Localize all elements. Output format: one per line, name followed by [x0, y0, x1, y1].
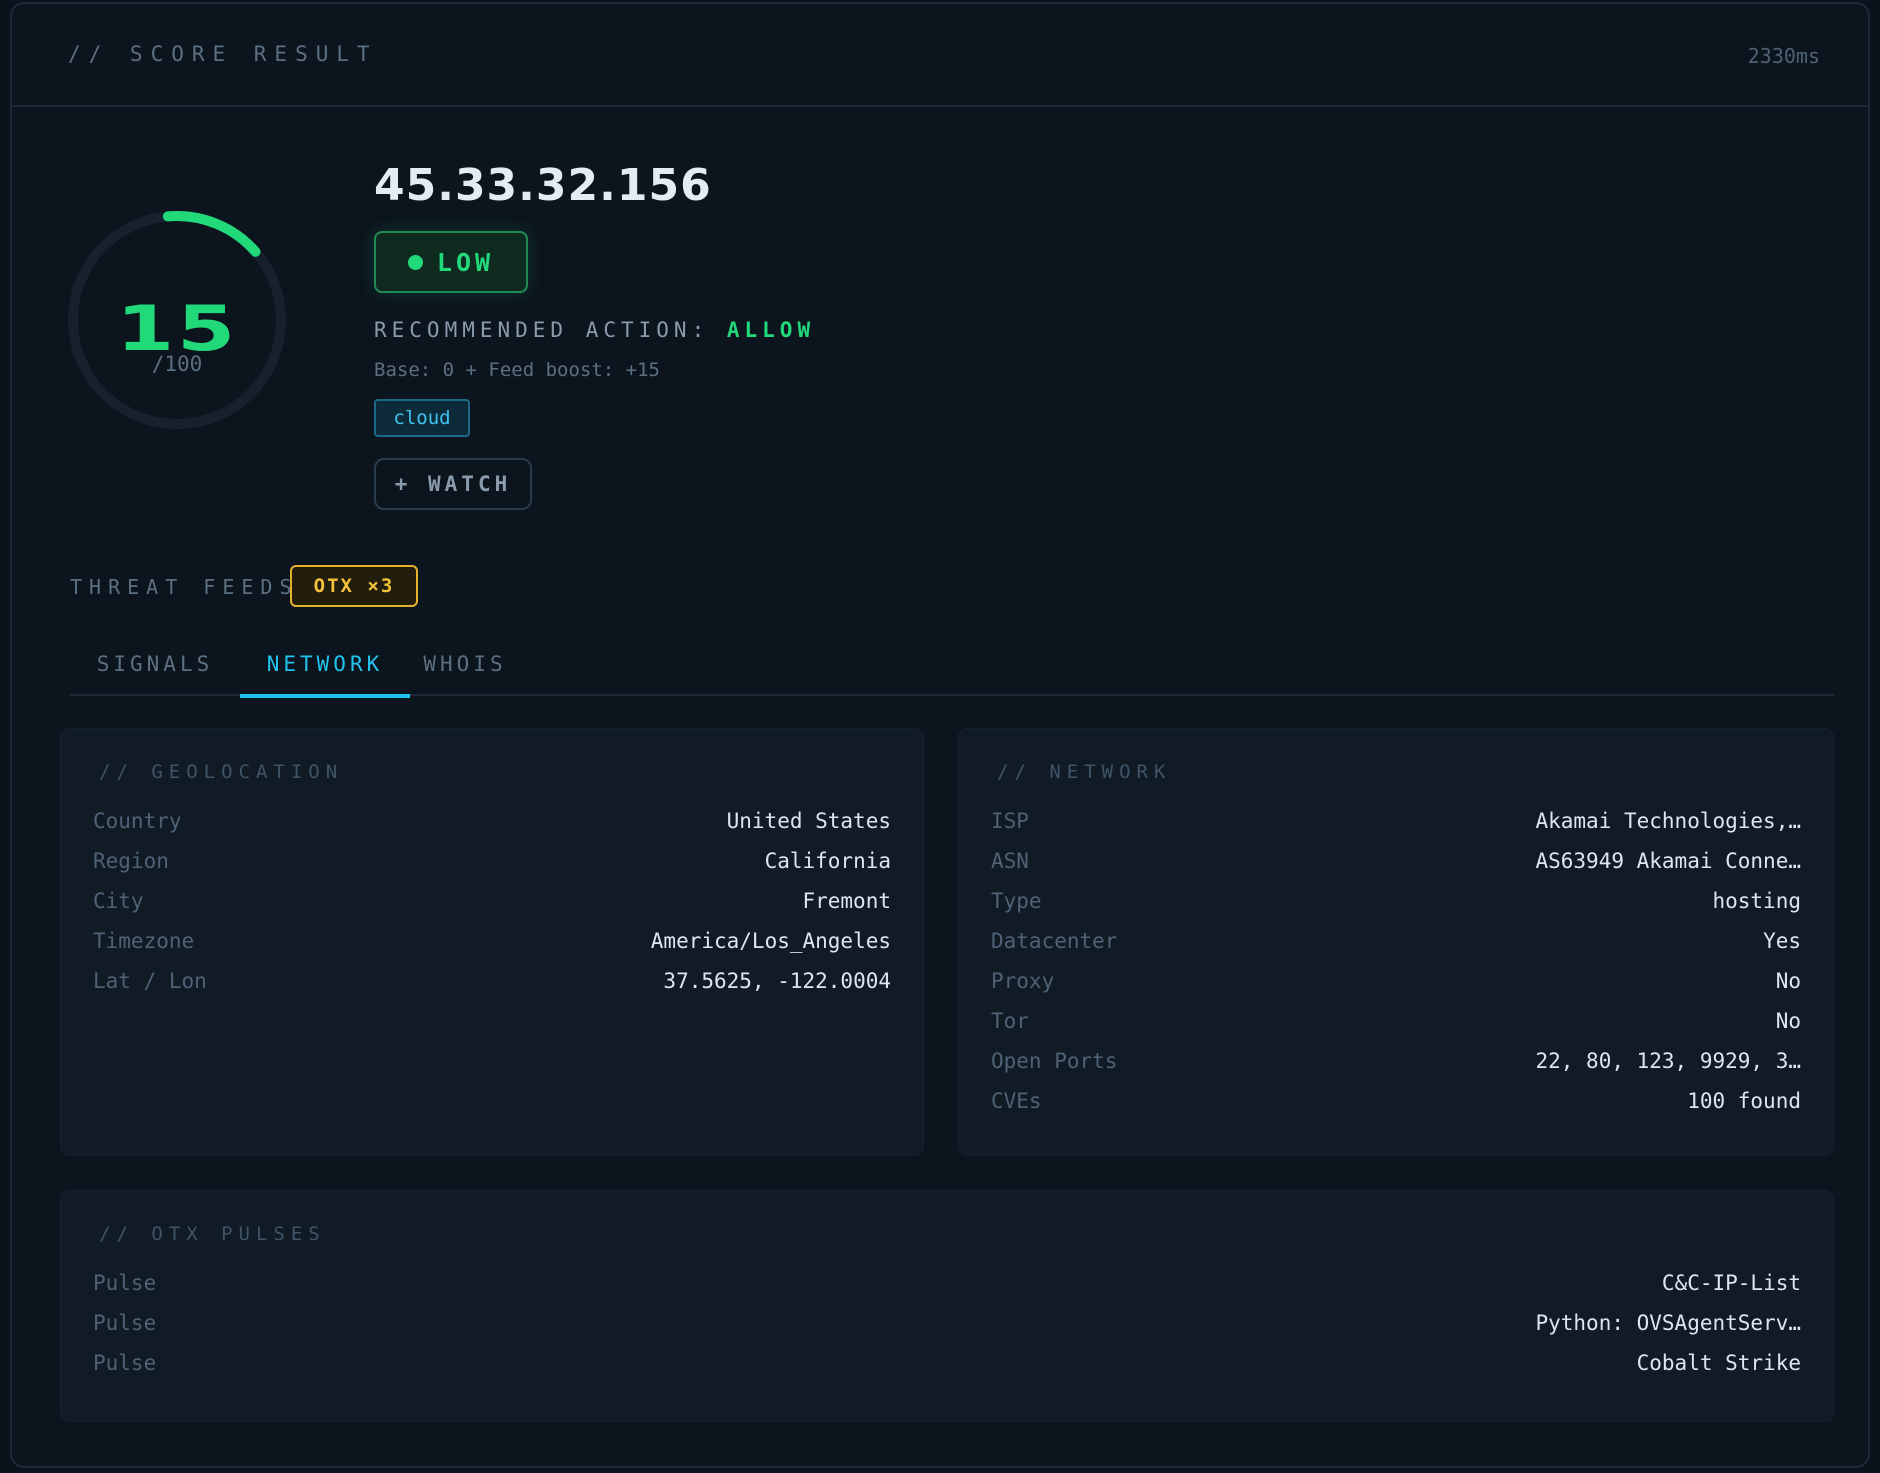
geo-row-latlon: Lat / Lon 37.5625, -122.0004	[93, 969, 891, 1009]
geo-key: City	[93, 889, 144, 913]
pulse-key: Pulse	[93, 1351, 157, 1375]
response-time: 2330ms	[1747, 44, 1820, 68]
geo-key: Timezone	[93, 929, 195, 953]
net-row-cves: CVEs 100 found	[991, 1089, 1801, 1129]
watch-button[interactable]: + WATCH	[374, 458, 532, 510]
geo-key: Lat / Lon	[93, 969, 207, 993]
pulse-row: Pulse Python: OVSAgentServ…	[93, 1311, 1801, 1351]
net-row-tor: Tor No	[991, 1009, 1801, 1049]
tab-bar: SIGNALS NETWORK WHOIS	[70, 632, 1834, 698]
net-row-type: Type hosting	[991, 889, 1801, 929]
tag-cloud: cloud	[374, 399, 470, 437]
net-value: No	[1775, 969, 1801, 993]
net-key: Proxy	[991, 969, 1055, 993]
pulse-value: Python: OVSAgentServ…	[1535, 1311, 1801, 1335]
geolocation-card: // GEOLOCATION Country United States Reg…	[60, 728, 924, 1156]
geo-value: United States	[726, 809, 891, 833]
net-key: Tor	[991, 1009, 1029, 1033]
score-breakdown: Base: 0 + Feed boost: +15	[374, 359, 660, 381]
pulse-row: Pulse C&C-IP-List	[93, 1271, 1801, 1311]
recommended-action-value: ALLOW	[726, 318, 816, 342]
threat-feed-badge[interactable]: OTX ×3	[290, 565, 418, 607]
geo-row-timezone: Timezone America/Los_Angeles	[93, 929, 891, 969]
panel-title: // SCORE RESULT	[68, 42, 378, 66]
geo-row-city: City Fremont	[93, 889, 891, 929]
geo-value: California	[764, 849, 891, 873]
panel-header: // SCORE RESULT 2330ms	[12, 4, 1868, 107]
network-card: // NETWORK ISP Akamai Technologies,… ASN…	[958, 728, 1834, 1156]
threat-feeds-label: THREAT FEEDS:	[70, 575, 318, 599]
score-gauge: 15 /100	[65, 208, 305, 448]
net-value: No	[1775, 1009, 1801, 1033]
net-value: 100 found	[1687, 1089, 1801, 1113]
net-key: ISP	[991, 809, 1029, 833]
geo-key: Country	[93, 809, 182, 833]
net-key: ASN	[991, 849, 1029, 873]
net-value: 22, 80, 123, 9929, 3…	[1535, 1049, 1801, 1073]
pulse-row: Pulse Cobalt Strike	[93, 1351, 1801, 1391]
risk-level-badge: LOW	[374, 231, 528, 293]
pulse-value: C&C-IP-List	[1661, 1271, 1801, 1295]
score-max: /100	[151, 352, 203, 376]
pulse-key: Pulse	[93, 1311, 157, 1335]
net-value: hosting	[1712, 889, 1801, 913]
recommended-action: RECOMMENDED ACTION: ALLOW	[374, 318, 815, 342]
pulse-value: Cobalt Strike	[1636, 1351, 1801, 1375]
net-value: Akamai Technologies,…	[1535, 809, 1801, 833]
net-row-datacenter: Datacenter Yes	[991, 929, 1801, 969]
pulse-key: Pulse	[93, 1271, 157, 1295]
net-row-proxy: Proxy No	[991, 969, 1801, 1009]
otx-pulses-title: // OTX PULSES	[99, 1223, 326, 1245]
status-dot-icon	[407, 254, 423, 270]
net-value: AS63949 Akamai Conne…	[1535, 849, 1801, 873]
geo-row-country: Country United States	[93, 809, 891, 849]
tab-network[interactable]: NETWORK	[240, 632, 410, 698]
network-title: // NETWORK	[997, 761, 1172, 783]
geo-value: 37.5625, -122.0004	[663, 969, 891, 993]
net-key: Datacenter	[991, 929, 1118, 953]
recommended-action-label: RECOMMENDED ACTION:	[374, 318, 710, 342]
geo-value: America/Los_Angeles	[650, 929, 891, 953]
tab-whois[interactable]: WHOIS	[410, 632, 520, 696]
geo-row-region: Region California	[93, 849, 891, 889]
net-value: Yes	[1763, 929, 1801, 953]
risk-level-label: LOW	[436, 247, 495, 277]
net-key: Type	[991, 889, 1042, 913]
net-key: Open Ports	[991, 1049, 1118, 1073]
net-key: CVEs	[991, 1089, 1042, 1113]
tab-signals[interactable]: SIGNALS	[70, 632, 240, 696]
geolocation-title: // GEOLOCATION	[99, 761, 344, 783]
net-row-open-ports: Open Ports 22, 80, 123, 9929, 3…	[991, 1049, 1801, 1089]
geo-key: Region	[93, 849, 169, 873]
score-result-panel: // SCORE RESULT 2330ms 15 /100 45.33.32.…	[10, 2, 1870, 1468]
otx-pulses-card: // OTX PULSES Pulse C&C-IP-List Pulse Py…	[60, 1190, 1834, 1422]
net-row-asn: ASN AS63949 Akamai Conne…	[991, 849, 1801, 889]
geo-value: Fremont	[802, 889, 891, 913]
ip-address: 45.33.32.156	[374, 160, 712, 211]
net-row-isp: ISP Akamai Technologies,…	[991, 809, 1801, 849]
